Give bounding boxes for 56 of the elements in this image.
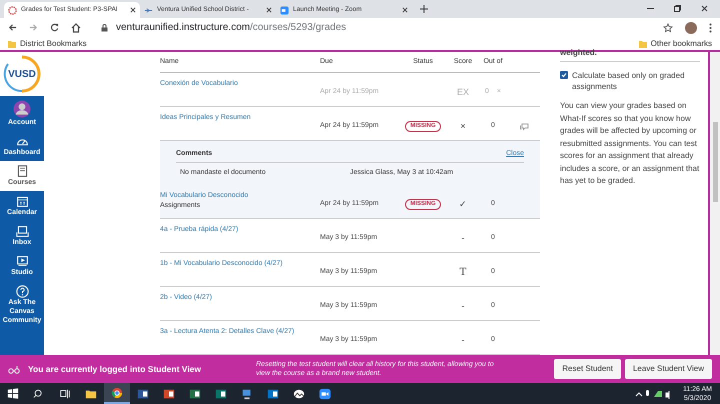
address-bar[interactable]: venturaunified.instructure.com/courses/5293/grades (93, 20, 651, 35)
score: T (458, 266, 468, 280)
scrollbar-thumb[interactable] (712, 122, 718, 202)
menu-icon[interactable] (709, 22, 712, 32)
restore-icon[interactable] (674, 5, 681, 12)
url-text: venturaunified.instructure.com/courses/5293/grades (116, 21, 346, 35)
site-favicon (8, 6, 17, 14)
score: × (459, 120, 467, 133)
score: ✓ (458, 198, 468, 211)
avatar-icon (13, 100, 31, 118)
bookmark-folder[interactable]: District Bookmarks (20, 38, 87, 50)
publication-icon (215, 388, 227, 400)
reload-icon[interactable] (50, 23, 59, 32)
book-icon (16, 165, 28, 178)
score: EX (456, 86, 470, 99)
glasses-icon (8, 364, 20, 374)
student-view-button[interactable]: Leave Student View (624, 359, 712, 379)
comment-icon[interactable] (520, 122, 529, 130)
checkbox-label: Calculate based only on graded assignments (572, 70, 686, 92)
new-tab-icon[interactable] (420, 5, 428, 13)
close-icon[interactable] (266, 7, 272, 13)
close-icon[interactable] (701, 5, 708, 12)
score: - (460, 300, 466, 313)
star-icon[interactable] (663, 22, 673, 32)
browser-icon (111, 386, 123, 398)
site-favicon (280, 6, 289, 14)
home-icon[interactable] (71, 22, 81, 32)
slides-icon (163, 388, 175, 400)
taskbar-button[interactable] (104, 383, 130, 404)
back-icon[interactable] (8, 23, 17, 32)
lock-icon (101, 24, 108, 32)
computer-icon (241, 388, 253, 400)
question-icon (16, 285, 28, 298)
inbox-icon (16, 225, 28, 238)
close-icon[interactable] (130, 7, 136, 13)
calendar-icon (16, 195, 28, 208)
task-view-icon (59, 388, 71, 400)
mail-icon (267, 388, 279, 400)
photo-icon (293, 388, 305, 400)
site-favicon (144, 6, 153, 14)
bookmark-folder[interactable]: Other bookmarks (650, 38, 712, 50)
video-camera-icon (319, 388, 331, 400)
help-paragraph: You can view your grades based on What-If scores so that you know how grades will be affected by upcoming or resubmitted assignments. You can test scores for an assignment that already includes a score, or an assignment that has yet to be graded. (560, 100, 700, 187)
monitor-icon (16, 255, 28, 268)
checkbox[interactable] (560, 71, 568, 79)
profile-avatar[interactable] (685, 22, 697, 34)
folder-icon (85, 388, 97, 400)
score: - (460, 232, 466, 245)
score: - (460, 334, 466, 347)
document-icon (137, 388, 149, 400)
spreadsheet-icon (189, 388, 201, 400)
close-icon[interactable] (402, 7, 408, 13)
student-view-message: You are currently logged into Student View (28, 362, 202, 376)
minimize-icon[interactable] (647, 5, 654, 12)
student-view-button[interactable]: Reset Student (554, 359, 621, 379)
windows-icon (7, 388, 19, 400)
